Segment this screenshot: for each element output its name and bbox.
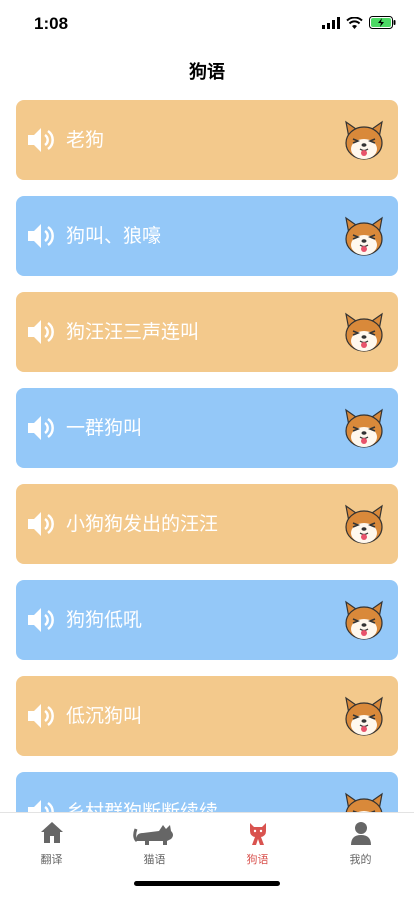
- speaker-icon: [28, 128, 54, 152]
- shiba-dog-icon: [345, 120, 383, 160]
- sound-item[interactable]: 乡村群狗断断续续: [16, 772, 398, 812]
- user-icon: [350, 822, 371, 845]
- sound-label: 老狗: [66, 129, 105, 151]
- speaker-icon: [28, 704, 54, 728]
- wifi-icon: [346, 16, 363, 29]
- shiba-dog-icon: [345, 504, 383, 544]
- tab-label: 猫语: [143, 853, 166, 866]
- status-bar: 1:08: [0, 0, 414, 48]
- sound-item[interactable]: 狗狗低吼: [16, 580, 398, 660]
- tab-label: 翻译: [40, 853, 63, 866]
- sound-label: 小狗狗发出的汪汪: [66, 513, 219, 535]
- dog-icon: [249, 823, 266, 845]
- sound-item[interactable]: 狗汪汪三声连叫: [16, 292, 398, 372]
- sound-item[interactable]: 一群狗叫: [16, 388, 398, 468]
- sound-label: 狗叫、狼嚎: [66, 225, 162, 247]
- tab-translate[interactable]: 翻译: [0, 819, 103, 867]
- battery-icon: [369, 16, 396, 29]
- speaker-icon: [28, 320, 54, 344]
- sound-label: 乡村群狗断断续续: [66, 801, 219, 812]
- sound-item[interactable]: 低沉狗叫: [16, 676, 398, 756]
- speaker-icon: [28, 800, 54, 812]
- shiba-dog-icon: [345, 696, 383, 736]
- tab-label: 狗语: [246, 853, 269, 866]
- tab-profile[interactable]: 我的: [309, 819, 412, 867]
- shiba-dog-icon: [345, 600, 383, 640]
- sound-label: 一群狗叫: [66, 417, 143, 439]
- speaker-icon: [28, 416, 54, 440]
- sound-list: 老狗 狗叫、狼嚎 狗汪汪三声连叫 一群狗叫 小狗狗发出的汪汪 狗狗低吼 低沉狗叫…: [16, 100, 398, 812]
- signal-icon: [322, 16, 340, 29]
- sound-item[interactable]: 狗叫、狼嚎: [16, 196, 398, 276]
- sound-label: 狗汪汪三声连叫: [66, 321, 200, 343]
- speaker-icon: [28, 608, 54, 632]
- shiba-dog-icon: [345, 216, 383, 256]
- sound-item[interactable]: 老狗: [16, 100, 398, 180]
- tab-dog[interactable]: 狗语: [206, 819, 309, 867]
- sound-label: 狗狗低吼: [66, 609, 143, 631]
- status-time: 1:08: [34, 14, 69, 33]
- shiba-dog-icon: [345, 408, 383, 448]
- tab-cat[interactable]: 猫语: [103, 819, 206, 867]
- status-icons: [322, 16, 396, 29]
- cat-icon: [132, 825, 173, 845]
- sound-item[interactable]: 小狗狗发出的汪汪: [16, 484, 398, 564]
- shiba-dog-icon: [345, 312, 383, 352]
- shiba-dog-icon: [345, 792, 383, 812]
- home-icon: [40, 822, 63, 843]
- sound-label: 低沉狗叫: [66, 705, 143, 727]
- tab-label: 我的: [349, 853, 372, 866]
- home-indicator[interactable]: [134, 881, 280, 886]
- speaker-icon: [28, 512, 54, 536]
- page-title: 狗语: [189, 62, 225, 83]
- speaker-icon: [28, 224, 54, 248]
